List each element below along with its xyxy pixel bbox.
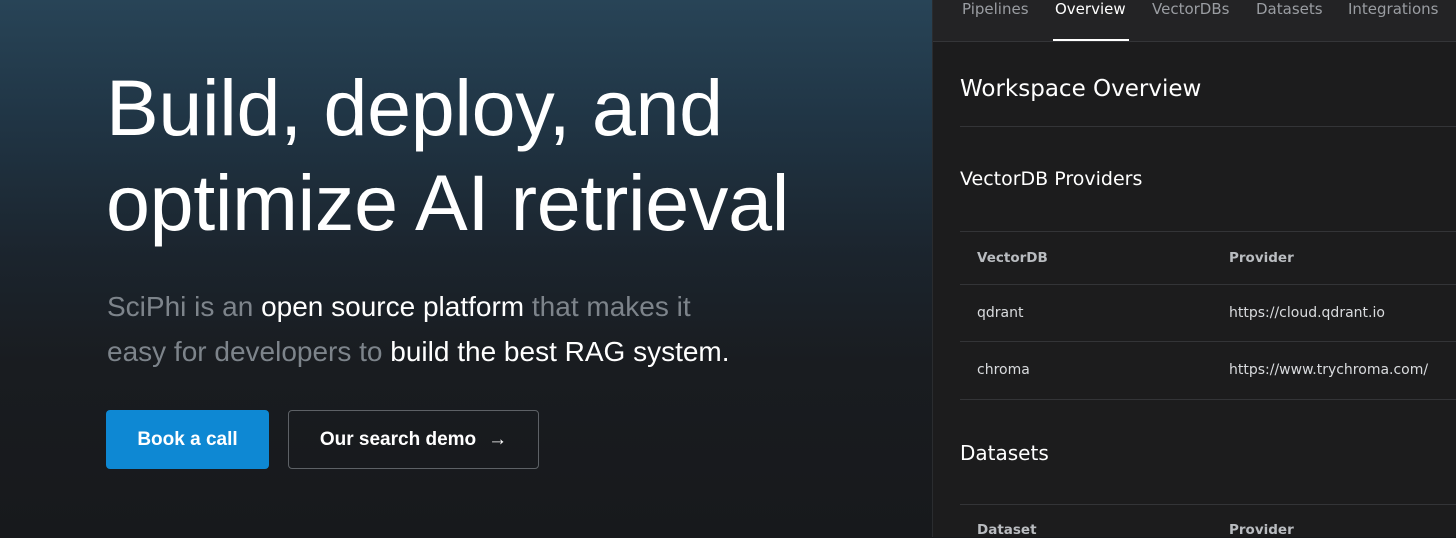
subtitle-text: SciPhi is an: [107, 291, 262, 322]
tab-datasets[interactable]: Datasets: [1256, 0, 1323, 41]
column-header-vectordb: VectorDB: [977, 250, 1048, 266]
divider: [960, 341, 1456, 342]
column-header-provider: Provider: [1229, 522, 1294, 538]
subtitle-line-1: SciPhi is an open source platform that m…: [107, 284, 867, 329]
table-cell-vectordb: qdrant: [977, 305, 1024, 321]
headline-line-2: optimize AI retrieval: [106, 158, 790, 247]
vectordb-providers-title: VectorDB Providers: [960, 168, 1143, 190]
book-a-call-button[interactable]: Book a call: [106, 410, 269, 469]
arrow-right-icon: →: [488, 428, 508, 450]
workspace-overview-title: Workspace Overview: [960, 76, 1202, 102]
book-a-call-label: Book a call: [137, 428, 238, 450]
dashboard-preview: Pipelines Overview VectorDBs Datasets In…: [932, 0, 1456, 538]
tab-vectordbs[interactable]: VectorDBs: [1152, 0, 1229, 41]
divider: [960, 231, 1456, 232]
table-cell-provider-link[interactable]: https://cloud.qdrant.io: [1229, 305, 1385, 321]
dashboard-tabs: Pipelines Overview VectorDBs Datasets In…: [933, 0, 1456, 42]
headline-line-1: Build, deploy, and: [106, 63, 723, 152]
tab-integrations[interactable]: Integrations: [1348, 0, 1438, 41]
hero-section: Build, deploy, and optimize AI retrieval…: [0, 0, 932, 537]
subtitle-highlight: build the best RAG system.: [390, 336, 730, 367]
divider: [960, 399, 1456, 400]
search-demo-label: Our search demo: [319, 428, 477, 450]
divider: [960, 126, 1456, 127]
search-demo-button[interactable]: Our search demo →: [288, 410, 539, 469]
datasets-title: Datasets: [960, 441, 1049, 465]
subtitle-text: that makes it: [524, 291, 691, 322]
subtitle-highlight: open source platform: [261, 291, 525, 322]
divider: [960, 284, 1456, 285]
column-header-dataset: Dataset: [977, 522, 1037, 538]
table-cell-vectordb: chroma: [977, 362, 1030, 378]
hero-headline: Build, deploy, and optimize AI retrieval: [106, 60, 906, 250]
tab-overview[interactable]: Overview: [1053, 0, 1129, 41]
subtitle-text: easy for developers to: [107, 336, 391, 367]
subtitle-line-2: easy for developers to build the best RA…: [107, 329, 867, 374]
column-header-provider: Provider: [1229, 250, 1294, 266]
hero-subtitle: SciPhi is an open source platform that m…: [107, 284, 867, 374]
divider: [960, 504, 1456, 505]
table-cell-provider-link[interactable]: https://www.trychroma.com/: [1229, 362, 1428, 378]
tab-pipelines[interactable]: Pipelines: [962, 0, 1029, 41]
